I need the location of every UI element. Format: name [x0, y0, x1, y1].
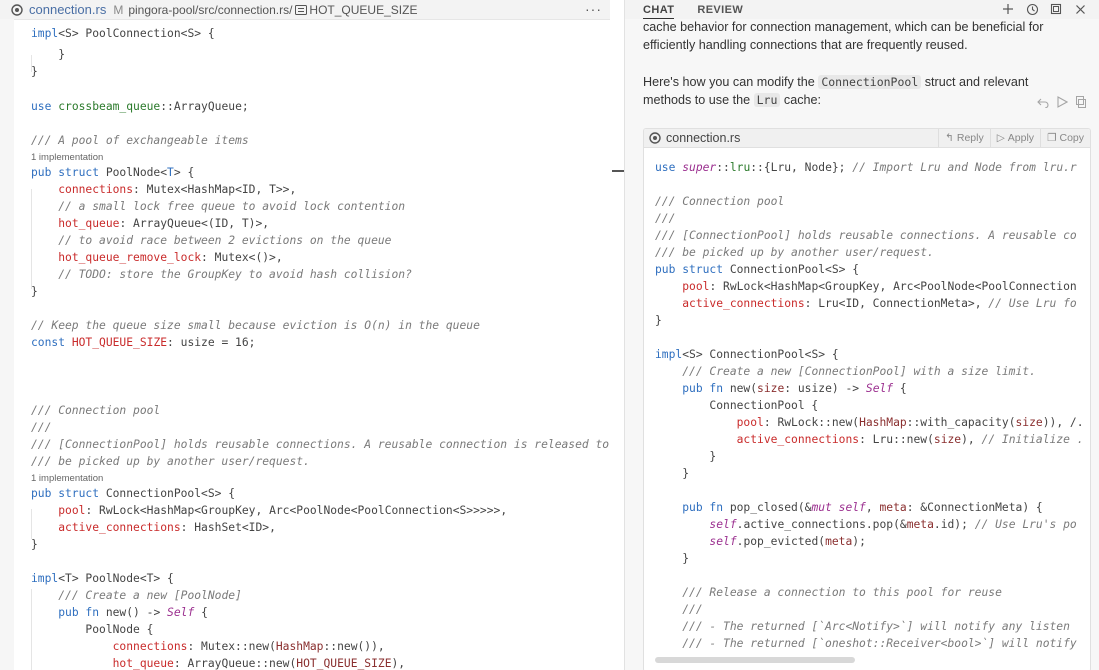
breadcrumb-path[interactable]: pingora-pool/src/connection.rs/ [128, 3, 292, 17]
code-line: // TODO: store the GroupKey to avoid has… [58, 268, 412, 281]
code-line: /// [ConnectionPool] holds reusable conn… [31, 438, 610, 451]
implementation-hint[interactable]: 1 implementation [31, 152, 103, 163]
chat-tab-bar: CHAT REVIEW [625, 0, 1099, 19]
reply-label: Reply [956, 132, 984, 144]
code-line: } [31, 285, 38, 298]
inline-code: Lru [753, 93, 781, 107]
tab-review[interactable]: REVIEW [697, 4, 743, 16]
code-line: PoolNode { [31, 623, 154, 636]
code-line: /// Connection pool [31, 404, 161, 417]
apply-icon: ▷ [996, 132, 1005, 144]
message-text: cache: [780, 93, 822, 107]
code-line: /// Create a new [PoolNode] [58, 589, 242, 602]
message-text: methods to use the [643, 93, 754, 107]
message-text: Here's how you can modify the [643, 75, 819, 89]
play-icon[interactable] [1055, 95, 1068, 108]
code-line: pub fn new() -> Self { [58, 606, 208, 619]
code-line: hot_queue: ArrayQueue<(ID, T)>, [58, 217, 270, 230]
tab-chat[interactable]: CHAT [643, 4, 675, 19]
code-line: impl<S> PoolConnection<S> { [31, 27, 215, 40]
breadcrumb-symbol[interactable]: HOT_QUEUE_SIZE [309, 3, 417, 17]
apply-button[interactable]: ▷ Apply [989, 129, 1040, 147]
code-line: pub struct PoolNode<T> { [31, 166, 195, 179]
close-icon[interactable] [1073, 2, 1087, 16]
message-text-line: Here's how you can modify the Connection… [643, 73, 1083, 91]
apply-label: Apply [1007, 132, 1035, 144]
code-line: } [31, 538, 38, 551]
undo-icon[interactable] [1036, 95, 1049, 108]
code-line: pub struct ConnectionPool<S> { [31, 487, 236, 500]
code-line: // Keep the queue size small because evi… [31, 319, 480, 332]
modified-badge: M [113, 2, 124, 17]
maximize-icon[interactable] [1049, 2, 1063, 16]
code-line: /// [31, 421, 52, 434]
copy-icon: ❐ [1047, 132, 1057, 144]
code-line: hot_queue: ArrayQueue::new(HOT_QUEUE_SIZ… [112, 657, 406, 670]
code-block[interactable]: connection.rs ↰ Reply ▷ Apply ❐ Copy use su… [643, 128, 1091, 670]
editor-tab-bar: connection.rs M pingora-pool/src/connect… [0, 0, 610, 20]
minimap-cursor[interactable] [612, 170, 624, 172]
more-icon[interactable]: ··· [585, 1, 602, 17]
rust-icon [10, 3, 23, 16]
rust-icon [649, 132, 661, 144]
code-line: connections: Mutex::new(HashMap::new()), [112, 640, 385, 653]
code-block-content: use super::lru::{Lru, Node}; // Import L… [655, 161, 1084, 650]
chat-actions [1001, 2, 1087, 16]
code-line: connections: Mutex<HashMap<ID, T>>, [58, 183, 297, 196]
code-line: hot_queue_remove_lock: Mutex<()>, [58, 251, 283, 264]
history-icon[interactable] [1025, 2, 1039, 16]
inline-code: ConnectionPool [818, 75, 922, 89]
copy-icon[interactable] [1074, 95, 1087, 108]
horizontal-scrollbar[interactable] [655, 657, 855, 663]
code-line: } [31, 65, 38, 78]
code-line: pool: RwLock<HashMap<GroupKey, Arc<PoolN… [58, 504, 508, 517]
reply-button[interactable]: ↰ Reply [938, 129, 990, 147]
code-line: impl<T> PoolNode<T> { [31, 572, 174, 585]
code-line: // a small lock free queue to avoid lock… [58, 200, 406, 213]
chat-message: cache behavior for connection management… [643, 18, 1083, 109]
message-text-line: cache behavior for connection management… [643, 20, 1044, 34]
code-block-filename: connection.rs [666, 131, 741, 145]
code-line: active_connections: HashSet<ID>, [58, 521, 276, 534]
editor-tab-filename[interactable]: connection.rs [29, 2, 106, 17]
code-line: // to avoid race between 2 evictions on … [58, 234, 392, 247]
code-line: use crossbeam_queue::ArrayQueue; [31, 100, 249, 113]
message-tools [1036, 95, 1087, 108]
copy-button[interactable]: ❐ Copy [1040, 129, 1090, 147]
message-text-line: efficiently handling connections that ar… [643, 38, 968, 52]
chat-panel: CHAT REVIEW cache behavior for connectio… [625, 0, 1099, 670]
code-line: /// be picked up by another user/request… [31, 455, 310, 468]
reply-icon: ↰ [945, 132, 954, 144]
message-text: struct and relevant [921, 75, 1029, 89]
symbol-icon [295, 4, 308, 15]
code-line: const HOT_QUEUE_SIZE: usize = 16; [31, 336, 256, 349]
implementation-hint[interactable]: 1 implementation [31, 473, 103, 484]
code-area[interactable]: impl<S> PoolConnection<S> { } } use cros… [0, 19, 610, 670]
plus-icon[interactable] [1001, 2, 1015, 16]
code-editor[interactable]: connection.rs M pingora-pool/src/connect… [0, 0, 610, 670]
copy-label: Copy [1059, 132, 1084, 144]
code-line: /// A pool of exchangeable items [31, 134, 249, 147]
code-line: } [31, 48, 66, 61]
code-block-header: connection.rs ↰ Reply ▷ Apply ❐ Copy [644, 129, 1090, 148]
message-text-line: methods to use the Lru cache: [643, 91, 1083, 109]
